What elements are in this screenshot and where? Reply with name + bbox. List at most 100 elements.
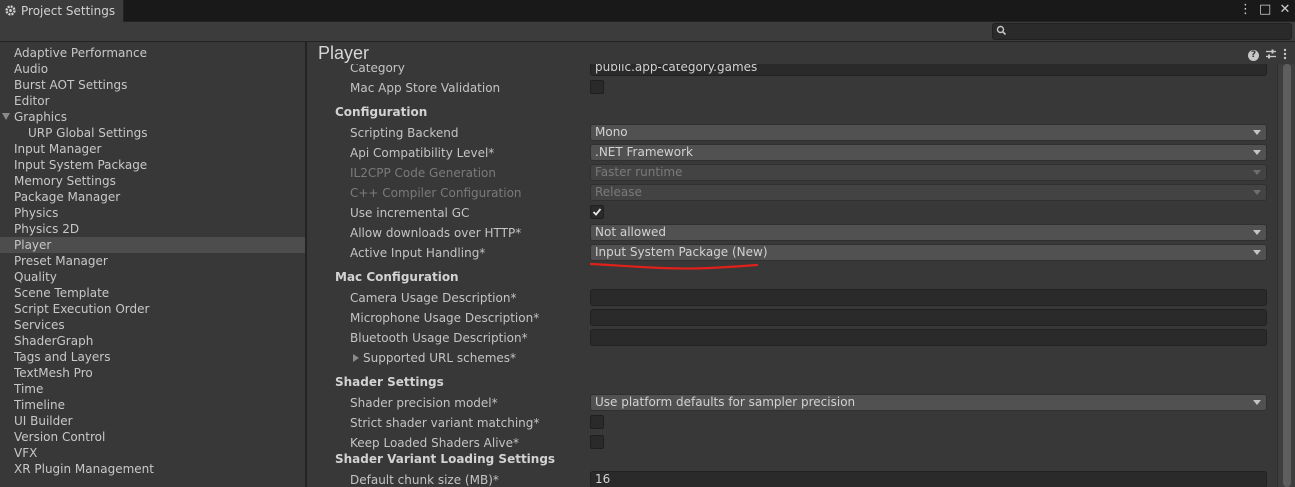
default-chunk-size-row: Default chunk size (MB)* 16	[309, 471, 1277, 487]
camera-usage-label: Camera Usage Description*	[350, 291, 517, 305]
sidebar-item-label: TextMesh Pro	[14, 366, 93, 380]
url-schemes-foldout[interactable]: Supported URL schemes*	[353, 351, 516, 365]
default-chunk-size-field[interactable]: 16	[590, 471, 1267, 487]
help-icon[interactable]: ?	[1248, 50, 1259, 61]
configuration-heading: Configuration	[335, 105, 428, 119]
annotation-underline	[590, 262, 759, 270]
sidebar-item-package-manager[interactable]: Package Manager	[0, 189, 305, 205]
strict-variant-matching-label: Strict shader variant matching*	[350, 416, 540, 430]
sidebar-item-scene-template[interactable]: Scene Template	[0, 285, 305, 301]
sidebar-item-label: Burst AOT Settings	[14, 78, 128, 92]
sidebar-item-vfx[interactable]: VFX	[0, 445, 305, 461]
kebab-menu-icon[interactable]: ⋮	[1239, 2, 1252, 18]
http-downloads-dropdown[interactable]: Not allowed	[590, 224, 1267, 241]
sidebar-item-script-execution-order[interactable]: Script Execution Order	[0, 301, 305, 317]
search-icon	[996, 25, 1007, 39]
sidebar-item-adaptive-performance[interactable]: Adaptive Performance	[0, 45, 305, 61]
sidebar-item-physics-2d[interactable]: Physics 2D	[0, 221, 305, 237]
category-field[interactable]: public.app-category.games	[590, 64, 1267, 76]
sidebar-item-audio[interactable]: Audio	[0, 61, 305, 77]
incremental-gc-checkbox[interactable]	[590, 205, 604, 219]
sidebar-item-preset-manager[interactable]: Preset Manager	[0, 253, 305, 269]
api-compatibility-value: .NET Framework	[595, 145, 693, 159]
shader-precision-dropdown[interactable]: Use platform defaults for sampler precis…	[590, 394, 1267, 411]
active-input-handling-dropdown[interactable]: Input System Package (New)	[590, 244, 1267, 261]
scrollbar-thumb[interactable]	[1283, 64, 1291, 487]
scripting-backend-label: Scripting Backend	[350, 126, 459, 140]
sidebar-item-textmesh-pro[interactable]: TextMesh Pro	[0, 365, 305, 381]
scripting-backend-row: Scripting Backend Mono	[309, 124, 1277, 142]
scripting-backend-value: Mono	[595, 125, 628, 139]
sidebar-item-tags-and-layers[interactable]: Tags and Layers	[0, 349, 305, 365]
page-title: Player	[318, 43, 370, 63]
mac-app-store-validation-checkbox[interactable]	[590, 80, 604, 94]
camera-usage-row: Camera Usage Description*	[309, 289, 1277, 307]
cpp-compiler-value: Release	[595, 185, 642, 199]
chevron-right-icon	[353, 354, 359, 362]
sidebar-item-label: Editor	[14, 94, 50, 108]
sliders-icon[interactable]	[1265, 48, 1277, 63]
il2cpp-codegen-row: IL2CPP Code Generation Faster runtime	[309, 164, 1277, 182]
sidebar-item-label: UI Builder	[14, 414, 73, 428]
scripting-backend-dropdown[interactable]: Mono	[590, 124, 1267, 141]
close-icon[interactable]: ✕	[1279, 2, 1291, 18]
window-controls: ⋮ □ ✕	[1239, 2, 1291, 18]
mac-configuration-heading: Mac Configuration	[335, 270, 459, 284]
sidebar-item-label: Version Control	[14, 430, 106, 444]
api-compatibility-dropdown[interactable]: .NET Framework	[590, 144, 1267, 161]
sidebar-item-input-manager[interactable]: Input Manager	[0, 141, 305, 157]
title-bar: Project Settings ⋮ □ ✕	[0, 0, 1295, 22]
microphone-usage-field[interactable]	[590, 309, 1267, 326]
sidebar-item-label: Adaptive Performance	[14, 46, 147, 60]
chevron-down-icon	[1253, 190, 1261, 195]
sidebar-item-label: Physics	[14, 206, 59, 220]
sidebar-item-time[interactable]: Time	[0, 381, 305, 397]
sidebar-item-label: Scene Template	[14, 286, 110, 300]
sidebar-item-memory-settings[interactable]: Memory Settings	[0, 173, 305, 189]
sidebar-item-xr-plugin-management[interactable]: XR Plugin Management	[0, 461, 305, 477]
strict-variant-matching-checkbox[interactable]	[590, 415, 604, 429]
sidebar-item-editor[interactable]: Editor	[0, 93, 305, 109]
api-compatibility-row: Api Compatibility Level* .NET Framework	[309, 144, 1277, 162]
il2cpp-codegen-label: IL2CPP Code Generation	[350, 166, 497, 180]
sidebar-item-physics[interactable]: Physics	[0, 205, 305, 221]
microphone-usage-row: Microphone Usage Description*	[309, 309, 1277, 327]
sidebar-item-player[interactable]: Player	[0, 237, 305, 253]
sidebar-item-input-system-package[interactable]: Input System Package	[0, 157, 305, 173]
kebab-menu-icon[interactable]	[1283, 48, 1287, 63]
sidebar-item-label: Script Execution Order	[14, 302, 150, 316]
sidebar-item-label: Audio	[14, 62, 49, 76]
sidebar-item-label: Input Manager	[14, 142, 102, 156]
sidebar-item-label: Quality	[14, 270, 57, 284]
cpp-compiler-dropdown: Release	[590, 184, 1267, 201]
sidebar-item-label: VFX	[14, 446, 38, 460]
url-schemes-label: Supported URL schemes*	[363, 351, 517, 365]
tab-title: Project Settings	[21, 4, 116, 18]
sidebar-item-label: Preset Manager	[14, 254, 108, 268]
keep-shaders-alive-row: Keep Loaded Shaders Alive*	[309, 434, 1277, 452]
sidebar-item-urp-global-settings[interactable]: URP Global Settings	[0, 125, 305, 141]
camera-usage-field[interactable]	[590, 289, 1267, 306]
sidebar-item-graphics[interactable]: Graphics	[0, 109, 305, 125]
maximize-icon[interactable]: □	[1259, 2, 1271, 18]
sidebar-item-services[interactable]: Services	[0, 317, 305, 333]
vertical-scrollbar[interactable]	[1277, 64, 1295, 487]
sidebar-item-timeline[interactable]: Timeline	[0, 397, 305, 413]
sidebar-item-label: Input System Package	[14, 158, 148, 172]
sidebar-item-version-control[interactable]: Version Control	[0, 429, 305, 445]
sidebar-item-label: Player	[14, 238, 52, 252]
project-settings-tab[interactable]: Project Settings	[0, 0, 124, 22]
chevron-down-icon[interactable]	[2, 113, 10, 120]
sidebar-item-ui-builder[interactable]: UI Builder	[0, 413, 305, 429]
sidebar-item-burst-aot-settings[interactable]: Burst AOT Settings	[0, 77, 305, 93]
sidebar-item-shadergraph[interactable]: ShaderGraph	[0, 333, 305, 349]
bluetooth-usage-field[interactable]	[590, 329, 1267, 346]
il2cpp-codegen-value: Faster runtime	[595, 165, 683, 179]
settings-content: Category public.app-category.games Mac A…	[309, 64, 1277, 487]
sidebar-item-quality[interactable]: Quality	[0, 269, 305, 285]
sidebar-item-label: URP Global Settings	[28, 126, 148, 140]
default-chunk-size-label: Default chunk size (MB)*	[350, 473, 499, 487]
incremental-gc-row: Use incremental GC	[309, 204, 1277, 222]
keep-shaders-alive-checkbox[interactable]	[590, 435, 604, 449]
search-input[interactable]	[992, 23, 1292, 40]
